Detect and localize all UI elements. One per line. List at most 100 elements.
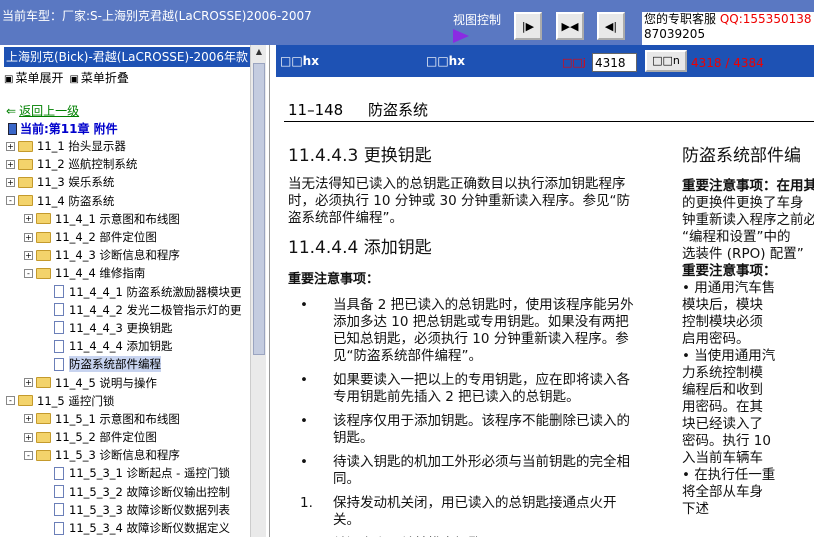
text-line: “编程和设置”中的 xyxy=(682,229,791,245)
tree-item[interactable]: +11_4_1 示意图和布线图 xyxy=(6,210,248,228)
collapse-all-button[interactable]: ▣ 菜单折叠 xyxy=(69,69,128,86)
current-chapter: 当前:第11章 附件 xyxy=(8,120,118,137)
expand-icon[interactable]: + xyxy=(24,432,33,442)
page-number-input[interactable] xyxy=(592,53,637,72)
tree-item[interactable]: - 11_4_4 维修指南 xyxy=(6,264,248,282)
tree-item[interactable]: +11_4_2 部件定位图 xyxy=(6,228,248,246)
scroll-up-icon[interactable]: ▲ xyxy=(253,47,265,59)
tree-item[interactable]: +11_5_1 示意图和布线图 xyxy=(6,410,248,428)
collapse-icon[interactable]: - xyxy=(24,268,33,278)
tree-item-label: 11_4 防盗系统 xyxy=(37,193,115,208)
expand-icon[interactable]: + xyxy=(6,141,15,151)
toolbar-item-b[interactable]: □□hx xyxy=(426,54,465,68)
view-right-pane-button[interactable]: ◀| xyxy=(597,12,625,40)
current-chapter-label: 当前:第11章 附件 xyxy=(20,122,118,136)
folder-icon xyxy=(18,176,33,188)
go-button[interactable]: □□n xyxy=(645,50,687,72)
bullet: 1. xyxy=(300,495,313,511)
tree-item[interactable]: 11_4_4_2 发光二极管指示灯的更 xyxy=(6,301,248,319)
tree-item-label: 11_4_4_4 添加钥匙 xyxy=(69,339,173,354)
tree-item[interactable]: +11_5_2 部件定位图 xyxy=(6,428,248,446)
text-line: 钟重新读入程序之前必 xyxy=(682,212,814,228)
view-split-button[interactable]: ▶◀ xyxy=(556,12,584,40)
expand-all-button[interactable]: ▣ 菜单展开 xyxy=(4,69,63,86)
expand-icon[interactable]: + xyxy=(6,177,15,187)
tree-item[interactable]: 防盗系统部件编程 xyxy=(6,355,248,373)
tree-item-label: 11_4_1 示意图和布线图 xyxy=(55,211,180,226)
expand-icon[interactable]: + xyxy=(24,214,33,224)
tree-item-label: 11_4_4_1 防盗系统激励器模块更 xyxy=(69,284,242,299)
tree-item-label: 11_1 抬头显示器 xyxy=(37,139,126,154)
text-line: 启用密码。 xyxy=(682,331,750,347)
page-icon xyxy=(54,321,64,335)
tree-item[interactable]: 11_4_4_4 添加钥匙 xyxy=(6,337,248,355)
tree-item[interactable]: +11_2 巡航控制系统 xyxy=(6,155,248,173)
expand-icon[interactable]: + xyxy=(24,378,33,388)
tree-item-label: 11_5_3_4 故障诊断仪数据定义 xyxy=(69,521,230,536)
service-label: 您的专职客服 xyxy=(644,12,717,26)
back-link-label: 返回上一级 xyxy=(19,104,80,118)
toolbar-item-a[interactable]: □□hx xyxy=(280,54,319,68)
text-line: 入当前车辆车 xyxy=(682,450,763,466)
expand-icon[interactable]: + xyxy=(24,414,33,424)
folder-icon xyxy=(36,377,51,389)
tree-item[interactable]: +11_4_3 诊断信息和程序 xyxy=(6,246,248,264)
tree-item[interactable]: - 11_4 防盗系统 xyxy=(6,192,248,210)
tree-item[interactable]: 11_5_3_4 故障诊断仪数据定义 xyxy=(6,519,248,537)
tree-item[interactable]: 11_4_4_1 防盗系统激励器模块更 xyxy=(6,283,248,301)
column-left: 11.4.4.3 更换钥匙 当无法得知已读入的总钥匙正确数目以执行添加钥匙程序时… xyxy=(288,141,640,537)
book-icon xyxy=(8,122,17,135)
text-line: 的更换件更换了车身 xyxy=(682,195,804,211)
expand-icon[interactable]: + xyxy=(24,232,33,242)
tree-item-label: 11_4_4_3 更换钥匙 xyxy=(69,320,173,335)
view-left-pane-button[interactable]: |▶ xyxy=(514,12,542,40)
page-jump-label: □□j xyxy=(562,56,586,69)
folder-icon xyxy=(18,395,33,407)
tree-scrollbar[interactable]: ▲ xyxy=(250,45,266,537)
square-icon: ▣ xyxy=(69,74,79,85)
text-line: • 在执行任一重 xyxy=(682,467,776,483)
heading-component-programming: 防盗系统部件编 xyxy=(682,146,801,166)
tree: +11_1 抬头显示器 +11_2 巡航控制系统 +11_3 娱乐系统 - 11_4 防… xyxy=(6,137,248,537)
tree-item-label: 11_5_2 部件定位图 xyxy=(55,430,157,445)
tree-item[interactable]: 11_5_3_3 故障诊断仪数据列表 xyxy=(6,501,248,519)
step-item: • 如果要读入一把以上的专用钥匙，应在即将读入各专用钥匙前先插入 2 把已读入的总… xyxy=(288,372,640,406)
double-arrow-icon: ▶◀ xyxy=(561,19,579,33)
folder-icon xyxy=(36,267,51,279)
page-icon xyxy=(54,357,64,371)
tree-item-label: 11_5_3_1 诊断起点 - 遥控门锁 xyxy=(69,466,230,481)
view-control-arrow-icon[interactable] xyxy=(453,29,469,43)
tree-item[interactable]: - 11_5_3 诊断信息和程序 xyxy=(6,446,248,464)
text-line: 块已经读入了 xyxy=(682,416,763,432)
heading-replace-key: 11.4.4.3 更换钥匙 xyxy=(288,146,432,166)
tree-item-label: 11_5_3_3 故障诊断仪数据列表 xyxy=(69,502,230,517)
step-list: • 当具备 2 把已读入的总钥匙时，使用该程序能另外添加多达 10 把总钥匙或专用… xyxy=(288,297,640,537)
page-icon xyxy=(54,285,64,299)
text-line: 编程后和收到 xyxy=(682,382,763,398)
page-icon xyxy=(54,503,64,517)
scroll-thumb[interactable] xyxy=(253,63,265,355)
tree-item[interactable]: +11_1 抬头显示器 xyxy=(6,137,248,155)
bullet: • xyxy=(300,454,308,470)
text-line: 重要注意事项： xyxy=(682,263,777,279)
service-qq[interactable]: QQ:155350138 xyxy=(720,12,812,26)
document-pane: □□hx □□hx □□j □□n 4318 / 4384 11–148 防盗系… xyxy=(276,45,814,537)
tree-item[interactable]: - 11_5 遥控门锁 xyxy=(6,392,248,410)
tree-item[interactable]: 11_4_4_3 更换钥匙 xyxy=(6,319,248,337)
tree-item[interactable]: +11_4_5 说明与操作 xyxy=(6,373,248,391)
collapse-icon[interactable]: - xyxy=(6,196,15,206)
expand-icon[interactable]: + xyxy=(6,159,15,169)
tree-item-label: 11_4_5 说明与操作 xyxy=(55,375,157,390)
document-page: 11–148 防盗系统 11.4.4.3 更换钥匙 当无法得知已读入的总钥匙正确… xyxy=(276,77,814,537)
tree-item[interactable]: +11_3 娱乐系统 xyxy=(6,173,248,191)
text-line: 选装件 (RPO) 配置” xyxy=(682,246,804,262)
tree-item[interactable]: 11_5_3_1 诊断起点 - 遥控门锁 xyxy=(6,464,248,482)
step-item: 1. 保持发动机关闭，用已读入的总钥匙接通点火开关。 xyxy=(288,495,640,529)
heading-add-key: 11.4.4.4 添加钥匙 xyxy=(288,238,432,258)
collapse-icon[interactable]: - xyxy=(6,396,15,406)
tree-item[interactable]: 11_5_3_2 故障诊断仪输出控制 xyxy=(6,483,248,501)
column-right: 防盗系统部件编 重要注意事项：在用其 的更换件更换了车身 钟重新读入程序之前必 “编程… xyxy=(682,141,814,518)
back-link[interactable]: ⇐ 返回上一级 xyxy=(6,102,79,119)
expand-icon[interactable]: + xyxy=(24,250,33,260)
collapse-icon[interactable]: - xyxy=(24,450,33,460)
